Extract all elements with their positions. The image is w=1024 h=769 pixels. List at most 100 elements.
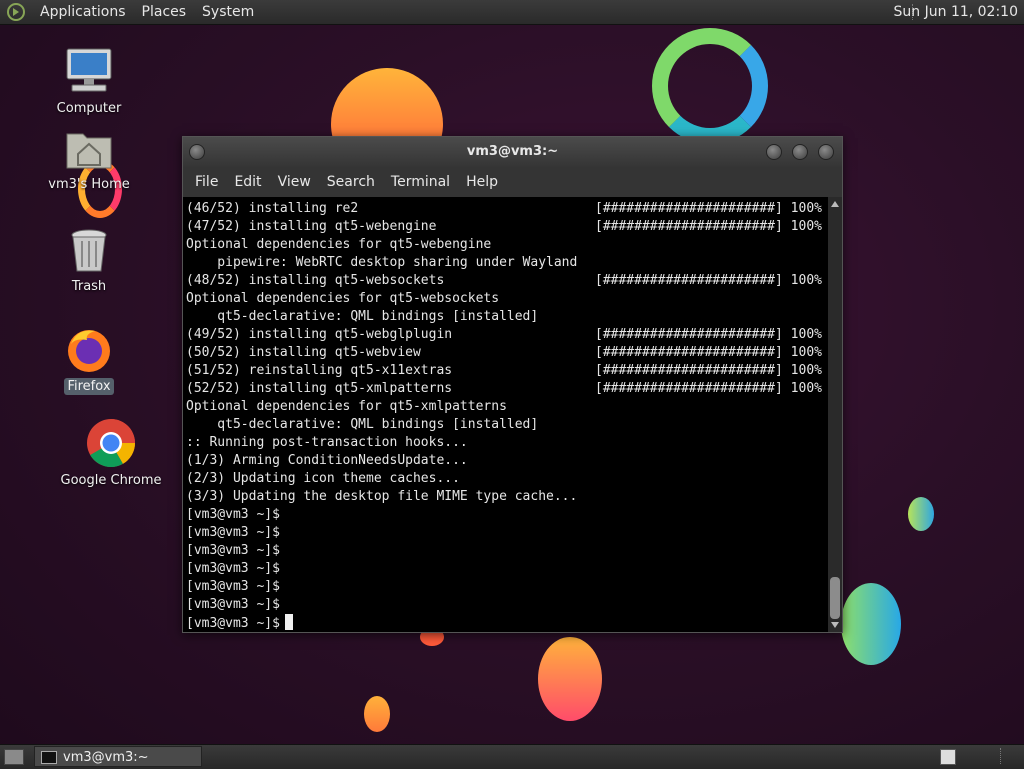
terminal-line: (47/52) installing qt5-webengine [#######… xyxy=(186,218,828,236)
terminal-line: [vm3@vm3 ~]$ xyxy=(186,524,828,542)
terminal-line-text: (3/3) Updating the desktop file MIME typ… xyxy=(186,489,578,504)
trash-icon xyxy=(71,229,107,272)
text-cursor xyxy=(284,614,293,630)
firefox-icon xyxy=(68,330,110,372)
terminal-line-text: [vm3@vm3 ~]$ xyxy=(186,507,280,522)
terminal-line: Optional dependencies for qt5-webengine xyxy=(186,236,828,254)
menu-edit[interactable]: Edit xyxy=(226,167,269,197)
terminal-line-text: Optional dependencies for qt5-websockets xyxy=(186,291,500,306)
progress-bar-text: [######################] 100% xyxy=(595,363,822,378)
window-menu-button[interactable] xyxy=(189,144,205,160)
terminal-line: qt5-declarative: QML bindings [installed… xyxy=(186,308,828,326)
mate-logo-icon[interactable] xyxy=(6,2,26,22)
menu-view[interactable]: View xyxy=(270,167,319,197)
wallpaper-blob xyxy=(908,497,934,531)
progress-bar-text: [######################] 100% xyxy=(595,273,822,288)
terminal-prompt-line[interactable]: [vm3@vm3 ~]$ xyxy=(186,614,828,632)
terminal-line: (3/3) Updating the desktop file MIME typ… xyxy=(186,488,828,506)
desktop-icon-trash[interactable]: Trash xyxy=(40,228,138,295)
menu-system[interactable]: System xyxy=(194,0,262,24)
computer-icon xyxy=(66,48,112,92)
terminal-line: [vm3@vm3 ~]$ xyxy=(186,506,828,524)
terminal-line-text: (47/52) installing qt5-webengine xyxy=(186,219,437,234)
terminal-line-text: (46/52) installing re2 xyxy=(186,201,359,216)
terminal-line: (48/52) installing qt5-websockets [######… xyxy=(186,272,828,290)
terminal-output[interactable]: (46/52) installing re2 [#################… xyxy=(183,197,828,632)
scroll-down-icon[interactable] xyxy=(831,622,839,628)
terminal-line-text: qt5-declarative: QML bindings [installed… xyxy=(186,417,539,432)
terminal-line: qt5-declarative: QML bindings [installed… xyxy=(186,416,828,434)
progress-bar-text: [######################] 100% xyxy=(595,219,822,234)
desktop-icon-label: Trash xyxy=(71,279,107,294)
terminal-line-text: (49/52) installing qt5-webglplugin xyxy=(186,327,453,342)
taskbar-item-label: vm3@vm3:~ xyxy=(63,750,149,765)
terminal-scrollbar[interactable] xyxy=(828,197,842,632)
menu-help[interactable]: Help xyxy=(458,167,506,197)
progress-bar-text: [######################] 100% xyxy=(595,381,822,396)
terminal-line: (46/52) installing re2 [#################… xyxy=(186,200,828,218)
terminal-line: (1/3) Arming ConditionNeedsUpdate... xyxy=(186,452,828,470)
terminal-icon xyxy=(41,751,57,764)
taskbar-item-terminal[interactable]: vm3@vm3:~ xyxy=(34,746,202,767)
close-button[interactable] xyxy=(818,144,834,160)
panel-handle xyxy=(1000,748,1015,764)
menu-applications[interactable]: Applications xyxy=(32,0,134,24)
desktop-icon-firefox[interactable]: Firefox xyxy=(40,326,138,395)
scroll-up-icon[interactable] xyxy=(831,201,839,207)
terminal-line-text: (1/3) Arming ConditionNeedsUpdate... xyxy=(186,453,468,468)
menu-search[interactable]: Search xyxy=(319,167,383,197)
desktop-icon-chrome[interactable]: Google Chrome xyxy=(56,418,166,489)
terminal-line-text: pipewire: WebRTC desktop sharing under W… xyxy=(186,255,578,270)
terminal-line: (50/52) installing qt5-webview [#########… xyxy=(186,344,828,362)
window-title: vm3@vm3:~ xyxy=(466,144,559,159)
progress-bar-text: [######################] 100% xyxy=(595,345,822,360)
terminal-line-text: (51/52) reinstalling qt5-x11extras xyxy=(186,363,453,378)
terminal-line: [vm3@vm3 ~]$ xyxy=(186,560,828,578)
bottom-panel: vm3@vm3:~ xyxy=(0,744,1024,769)
workspace-switcher[interactable] xyxy=(940,749,956,765)
wallpaper-blob xyxy=(841,583,901,665)
terminal-menubar: File Edit View Search Terminal Help xyxy=(183,167,842,197)
window-titlebar[interactable]: vm3@vm3:~ xyxy=(183,137,842,167)
scrollbar-thumb[interactable] xyxy=(830,577,840,619)
terminal-line: pipewire: WebRTC desktop sharing under W… xyxy=(186,254,828,272)
desktop-icon-home[interactable]: vm3's Home xyxy=(38,128,140,193)
terminal-line-text: (50/52) installing qt5-webview xyxy=(186,345,421,360)
terminal-line: [vm3@vm3 ~]$ xyxy=(186,596,828,614)
menu-places[interactable]: Places xyxy=(134,0,195,24)
desktop-icon-computer[interactable]: Computer xyxy=(40,46,138,117)
terminal-line: Optional dependencies for qt5-websockets xyxy=(186,290,828,308)
desktop-icon-label: Firefox xyxy=(64,378,114,395)
terminal-line: (51/52) reinstalling qt5-x11extras [#####… xyxy=(186,362,828,380)
wallpaper-blob xyxy=(364,696,390,732)
desktop-icon-label: Google Chrome xyxy=(60,473,162,488)
terminal-line-text: Optional dependencies for qt5-xmlpattern… xyxy=(186,399,507,414)
terminal-line-text: (2/3) Updating icon theme caches... xyxy=(186,471,460,486)
menu-file[interactable]: File xyxy=(187,167,226,197)
terminal-line-text: [vm3@vm3 ~]$ xyxy=(186,561,280,576)
terminal-line-text: [vm3@vm3 ~]$ xyxy=(186,525,280,540)
terminal-line-text: qt5-declarative: QML bindings [installed… xyxy=(186,309,539,324)
maximize-button[interactable] xyxy=(792,144,808,160)
chrome-icon xyxy=(87,419,135,468)
desktop-icon-label: vm3's Home xyxy=(48,177,130,192)
show-desktop-icon[interactable] xyxy=(4,749,24,765)
terminal-line-text: [vm3@vm3 ~]$ xyxy=(186,579,280,594)
desktop-icon-label: Computer xyxy=(56,101,122,116)
wallpaper-blob xyxy=(538,637,602,721)
terminal-line-text: (52/52) installing qt5-xmlpatterns xyxy=(186,381,453,396)
terminal-line: :: Running post-transaction hooks... xyxy=(186,434,828,452)
minimize-button[interactable] xyxy=(766,144,782,160)
top-panel: Applications Places System Sun Jun 11, 0… xyxy=(0,0,1024,25)
clock[interactable]: Sun Jun 11, 02:10 xyxy=(894,0,1018,24)
terminal-line: [vm3@vm3 ~]$ xyxy=(186,578,828,596)
terminal-line: (2/3) Updating icon theme caches... xyxy=(186,470,828,488)
terminal-window[interactable]: vm3@vm3:~ File Edit View Search Terminal… xyxy=(182,136,843,633)
terminal-line-text: (48/52) installing qt5-websockets xyxy=(186,273,445,288)
home-folder-icon xyxy=(66,133,112,169)
wallpaper-ring xyxy=(652,28,768,144)
menu-terminal[interactable]: Terminal xyxy=(383,167,458,197)
terminal-line-text: Optional dependencies for qt5-webengine xyxy=(186,237,492,252)
progress-bar-text: [######################] 100% xyxy=(595,201,822,216)
terminal-line: Optional dependencies for qt5-xmlpattern… xyxy=(186,398,828,416)
